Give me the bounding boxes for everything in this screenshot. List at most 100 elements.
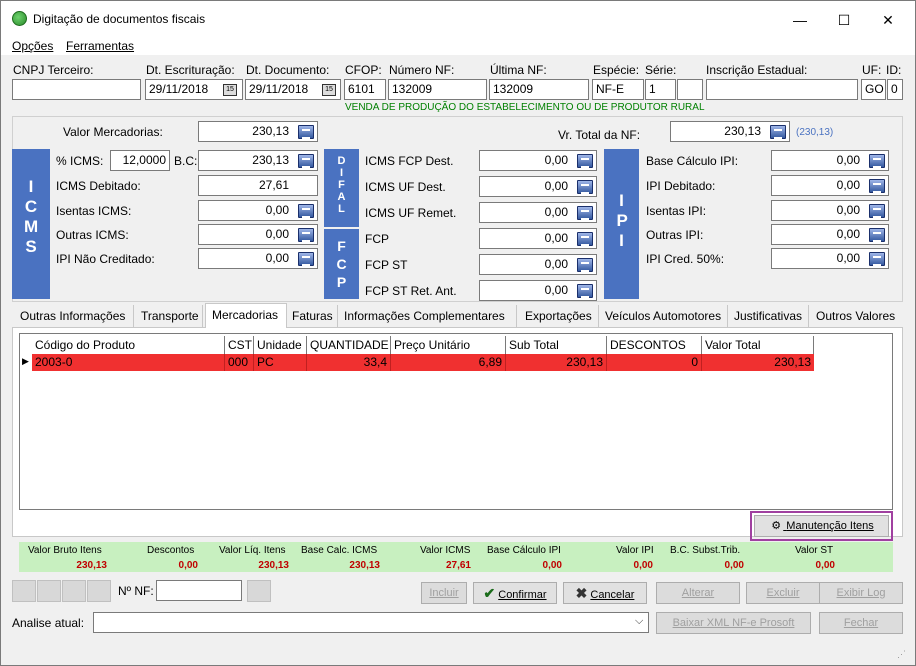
- excluir-button[interactable]: Excluir: [746, 582, 820, 604]
- total-descontos: 0,00: [178, 560, 198, 571]
- cancel-icon: ✖: [575, 585, 588, 601]
- cancelar-button[interactable]: ✖ Cancelar: [563, 582, 647, 604]
- calculator-icon[interactable]: [577, 154, 593, 168]
- app-icon: [12, 11, 27, 26]
- calculator-icon[interactable]: [869, 252, 885, 266]
- cell-descontos[interactable]: 0: [607, 354, 702, 371]
- maximize-button[interactable]: ☐: [821, 7, 867, 33]
- tab-mercadorias[interactable]: Mercadorias: [205, 303, 287, 328]
- calendar-icon[interactable]: 15: [322, 84, 336, 96]
- tab-justificativas[interactable]: Justificativas: [730, 305, 809, 327]
- col-cst[interactable]: CST: [225, 336, 254, 354]
- exibir-log-button[interactable]: Exibir Log: [819, 582, 903, 604]
- calculator-icon[interactable]: [869, 228, 885, 242]
- fcp-st-label: FCP ST: [365, 258, 408, 272]
- calculator-icon[interactable]: [577, 258, 593, 272]
- cell-quantidade[interactable]: 33,4: [307, 354, 391, 371]
- pct-icms-input[interactable]: 12,0000: [110, 150, 170, 171]
- calculator-icon[interactable]: [770, 125, 786, 139]
- difal-bar-text: DIFAL: [337, 155, 346, 215]
- tab-outros-valores[interactable]: Outros Valores: [811, 305, 901, 327]
- calculator-icon[interactable]: [869, 204, 885, 218]
- cell-sub-total[interactable]: 230,13: [506, 354, 607, 371]
- serie-extra-input[interactable]: [677, 79, 703, 100]
- tab-veiculos-automotores[interactable]: Veículos Automotores: [601, 305, 728, 327]
- calculator-icon[interactable]: [577, 232, 593, 246]
- close-button[interactable]: ✕: [865, 7, 911, 33]
- col-codigo-produto[interactable]: Código do Produto: [32, 336, 225, 354]
- nav-next-button[interactable]: [62, 580, 86, 602]
- calendar-icon[interactable]: 15: [223, 84, 237, 96]
- tab-faturas[interactable]: Faturas: [289, 305, 338, 327]
- nav-prev-button[interactable]: [37, 580, 61, 602]
- nf-input[interactable]: [156, 580, 242, 601]
- calculator-icon[interactable]: [577, 284, 593, 298]
- alterar-button[interactable]: Alterar: [656, 582, 740, 604]
- manutencao-itens-button[interactable]: ⚙ Manutenção Itens: [754, 515, 889, 537]
- uf-label: UF:: [862, 63, 882, 77]
- calculator-icon[interactable]: [298, 204, 314, 218]
- nf-search-button[interactable]: [247, 580, 271, 602]
- vr-total-nf-label: Vr. Total da NF:: [558, 128, 641, 142]
- total-valor-bruto: 230,13: [76, 560, 107, 571]
- menu-ferramentas[interactable]: Ferramentas: [66, 39, 134, 53]
- confirmar-button[interactable]: ✔ Confirmar: [473, 582, 557, 604]
- analise-atual-select[interactable]: [93, 612, 649, 633]
- cell-valor-total[interactable]: 230,13: [702, 354, 814, 371]
- resize-grip-icon[interactable]: ⋰: [897, 649, 906, 660]
- calculator-icon[interactable]: [869, 179, 885, 193]
- uf-input[interactable]: GO: [861, 79, 886, 100]
- col-unidade[interactable]: Unidade: [254, 336, 307, 354]
- isentas-ipi-label: Isentas IPI:: [646, 204, 707, 218]
- serie-input[interactable]: 1: [645, 79, 676, 100]
- calculator-icon[interactable]: [298, 228, 314, 242]
- tab-transporte[interactable]: Transporte: [136, 305, 203, 327]
- ultima-nf-label: Última NF:: [490, 63, 547, 77]
- difal-bar: DIFAL: [324, 149, 359, 227]
- cnpj-label: CNPJ Terceiro:: [13, 63, 94, 77]
- calculator-icon[interactable]: [577, 180, 593, 194]
- fcp-bar: FCP: [324, 229, 359, 299]
- col-descontos[interactable]: DESCONTOS: [607, 336, 702, 354]
- confirmar-label: Confirmar: [498, 589, 547, 601]
- check-icon: ✔: [483, 585, 496, 601]
- minimize-button[interactable]: —: [777, 7, 823, 33]
- calculator-icon[interactable]: [298, 125, 314, 139]
- calculator-icon[interactable]: [298, 154, 314, 168]
- numero-nf-input[interactable]: 132009: [388, 79, 487, 100]
- calculator-icon[interactable]: [298, 252, 314, 266]
- cell-preco-unitario[interactable]: 6,89: [391, 354, 506, 371]
- total-label-valor-ipi: Valor IPI: [616, 545, 654, 556]
- col-preco-unitario[interactable]: Preço Unitário: [391, 336, 506, 354]
- cell-codigo[interactable]: 2003-0: [32, 354, 225, 371]
- calculator-icon[interactable]: [869, 154, 885, 168]
- total-label-valor-liq: Valor Líq. Itens: [219, 545, 286, 556]
- especie-input[interactable]: NF-E: [592, 79, 644, 100]
- tab-exportacoes[interactable]: Exportações: [519, 305, 599, 327]
- tab-informacoes-complementares[interactable]: Informações Complementares: [340, 305, 517, 327]
- col-valor-total[interactable]: Valor Total: [702, 336, 814, 354]
- inscricao-estadual-input[interactable]: [706, 79, 858, 100]
- cell-unidade[interactable]: PC: [254, 354, 307, 371]
- menu-opcoes[interactable]: Opções: [12, 39, 53, 53]
- chevron-down-icon[interactable]: ⌵: [635, 615, 643, 628]
- baixar-xml-button[interactable]: Baixar XML NF-e Prosoft: [656, 612, 811, 634]
- id-input[interactable]: 0: [887, 79, 903, 100]
- ultima-nf-input[interactable]: 132009: [489, 79, 589, 100]
- tab-outras-informacoes[interactable]: Outras Informações: [16, 305, 134, 327]
- serie-label: Série:: [645, 63, 677, 77]
- analise-atual-label: Analise atual:: [12, 616, 85, 630]
- cnpj-input[interactable]: [12, 79, 141, 100]
- nav-first-button[interactable]: [12, 580, 36, 602]
- incluir-button[interactable]: Incluir: [421, 582, 467, 604]
- col-quantidade[interactable]: QUANTIDADE: [307, 336, 391, 354]
- col-sub-total[interactable]: Sub Total: [506, 336, 607, 354]
- nav-last-button[interactable]: [87, 580, 111, 602]
- total-label-valor-bruto: Valor Bruto Itens: [28, 545, 102, 556]
- cell-cst[interactable]: 000: [225, 354, 254, 371]
- calculator-icon[interactable]: [577, 206, 593, 220]
- fcp-st-ret-label: FCP ST Ret. Ant.: [365, 284, 457, 298]
- fechar-button[interactable]: Fechar: [819, 612, 903, 634]
- cfop-input[interactable]: 6101: [344, 79, 386, 100]
- icms-debitado-input[interactable]: 27,61: [198, 175, 318, 196]
